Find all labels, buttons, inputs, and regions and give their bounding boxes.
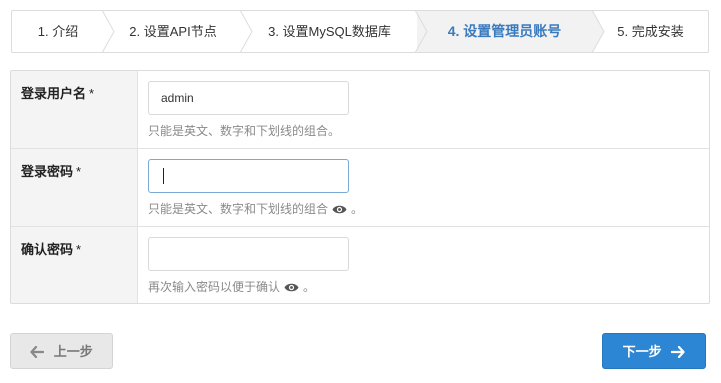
username-value: admin (161, 91, 194, 105)
step-admin-account[interactable]: 4. 设置管理员账号 (417, 11, 592, 52)
step-label: 3. 设置MySQL数据库 (268, 24, 391, 39)
step-label: 2. 设置API节点 (129, 24, 217, 39)
username-help: 只能是英文、数字和下划线的组合。 (148, 124, 341, 138)
install-steps: 1. 介绍 2. 设置API节点 3. 设置MySQL数据库 4. 设置管理员账… (11, 10, 709, 53)
form-row-password: 登录密码 * 只能是英文、数字和下划线的组合 。 (11, 149, 709, 227)
prev-step-button[interactable]: 上一步 (10, 333, 113, 369)
next-step-button[interactable]: 下一步 (602, 333, 706, 369)
password-input[interactable] (148, 159, 349, 193)
step-label: 1. 介绍 (37, 24, 79, 39)
next-step-label: 下一步 (622, 344, 662, 359)
step-api-node[interactable]: 2. 设置API节点 (104, 11, 242, 52)
admin-account-form: 登录用户名 * admin 只能是英文、数字和下划线的组合。 登录密码 * 只能是英… (10, 70, 710, 304)
text-caret (163, 168, 164, 184)
label-cell: 登录密码 * (11, 149, 138, 226)
password-help-text: 只能是英文、数字和下划线的组合 (148, 202, 329, 216)
confirm-label-text: 确认密码 (21, 242, 74, 257)
confirm-password-input[interactable] (148, 237, 349, 271)
form-row-username: 登录用户名 * admin 只能是英文、数字和下划线的组合。 (11, 71, 709, 149)
password-label: 登录密码 * (21, 161, 81, 180)
label-cell: 登录用户名 * (11, 71, 138, 148)
label-cell: 确认密码 * (11, 227, 138, 303)
confirm-help: 再次输入密码以便于确认 。 (148, 278, 315, 296)
prev-step-label: 上一步 (53, 344, 93, 359)
password-label-text: 登录密码 (21, 164, 74, 179)
password-help: 只能是英文、数字和下划线的组合 。 (148, 200, 363, 218)
username-label: 登录用户名 * (21, 83, 94, 102)
required-mark: * (76, 242, 82, 257)
step-intro[interactable]: 1. 介绍 (12, 11, 104, 52)
confirm-help-period: 。 (303, 280, 316, 294)
arrow-right-icon (671, 344, 685, 359)
password-help-period: 。 (351, 202, 364, 216)
step-finish[interactable]: 5. 完成安装 (592, 11, 708, 52)
step-label: 5. 完成安装 (617, 24, 684, 39)
step-mysql[interactable]: 3. 设置MySQL数据库 (242, 11, 417, 52)
eye-icon[interactable] (284, 282, 299, 296)
step-label: 4. 设置管理员账号 (447, 23, 562, 39)
eye-icon[interactable] (332, 204, 347, 218)
required-mark: * (76, 164, 82, 179)
username-label-text: 登录用户名 (21, 86, 87, 101)
confirm-label: 确认密码 * (21, 239, 81, 258)
form-row-confirm: 确认密码 * 再次输入密码以便于确认 。 (11, 227, 709, 303)
required-mark: * (89, 86, 95, 101)
username-input[interactable]: admin (148, 81, 349, 115)
arrow-left-icon (30, 344, 45, 359)
confirm-help-text: 再次输入密码以便于确认 (148, 280, 281, 294)
